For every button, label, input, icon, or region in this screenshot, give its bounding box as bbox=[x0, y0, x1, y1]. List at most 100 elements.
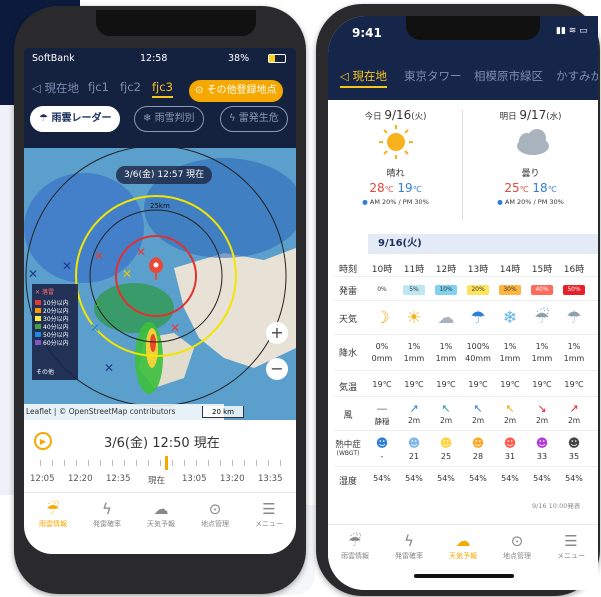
timeline-panel: ▶ 3/6(金) 12:50 現在 12:05 12:20 12:35 現在 1… bbox=[24, 420, 296, 492]
rain-percent: 1% bbox=[407, 342, 421, 351]
humidity-value: 54% bbox=[565, 474, 583, 483]
wind-arrow-icon: ↘ bbox=[537, 402, 547, 415]
legend-title: ✕ 落雷 bbox=[35, 289, 54, 296]
location-pin-icon[interactable] bbox=[149, 256, 163, 280]
wind-arrow-icon: — bbox=[376, 402, 388, 415]
cloud-icon: ☁ bbox=[437, 308, 455, 328]
zoom-out-button[interactable]: − bbox=[266, 358, 288, 380]
notch bbox=[96, 10, 256, 36]
row-label-humidity: 湿度 bbox=[338, 477, 357, 487]
tab-current-location[interactable]: ◁ 現在地 bbox=[32, 80, 79, 96]
wind-arrow-icon: ↖ bbox=[441, 402, 451, 415]
temperature: 19℃ bbox=[404, 380, 424, 389]
legend-row: 60分以内 bbox=[35, 338, 75, 347]
mode-rain-snow[interactable]: ❄ 雨雪判別 bbox=[134, 106, 204, 132]
zoom-in-button[interactable]: + bbox=[266, 322, 288, 344]
nav-menu[interactable]: ☰ メニュー bbox=[242, 499, 296, 529]
rain-percent: 1% bbox=[567, 342, 581, 351]
hour-label: 15時 bbox=[531, 265, 553, 275]
tab-other-locations[interactable]: ⊙ その他登録地点 bbox=[189, 80, 283, 102]
timeline-label: 12:20 bbox=[68, 474, 93, 484]
rain-mm: 1mm bbox=[531, 354, 553, 363]
nav-thunder-probability[interactable]: ϟ 発雷確率 bbox=[80, 499, 134, 529]
tab-fjc3[interactable]: fjc3 bbox=[152, 80, 173, 98]
carrier-label: SoftBank bbox=[32, 53, 75, 64]
timeline-slider-handle[interactable] bbox=[165, 456, 168, 470]
map-timestamp: 3/6(金) 12:57 現在 bbox=[116, 166, 213, 184]
rain-cell bbox=[94, 283, 174, 333]
hour-label: 11時 bbox=[403, 265, 425, 275]
temperature: 19℃ bbox=[532, 380, 552, 389]
nav-rain-info[interactable]: ☔ 雨雲情報 bbox=[328, 531, 382, 561]
wind-arrow-icon: ↗ bbox=[569, 402, 579, 415]
rain-percent: 1% bbox=[535, 342, 549, 351]
wind-speed: 静穏 bbox=[374, 417, 390, 426]
location-pin-icon: ⊙ bbox=[510, 532, 524, 550]
tab-fjc2[interactable]: fjc2 bbox=[120, 80, 141, 94]
wind-speed: 2m bbox=[407, 416, 421, 425]
row-divider bbox=[334, 430, 598, 431]
home-indicator bbox=[414, 574, 514, 578]
thunder-probability-badge: 0% bbox=[371, 285, 393, 295]
timeline-label: 13:05 bbox=[182, 474, 207, 484]
lightning-mark: ✕ bbox=[170, 321, 180, 335]
nav-menu[interactable]: ☰ メニュー bbox=[544, 531, 598, 561]
tab-fjc1[interactable]: fjc1 bbox=[88, 80, 109, 94]
row-divider bbox=[334, 300, 598, 301]
timeline-ticks[interactable] bbox=[40, 460, 284, 468]
row-label-heat-sub: (WBGT) bbox=[336, 450, 360, 457]
thunder-probability-badge: 10% bbox=[435, 285, 457, 295]
wbgt-value: - bbox=[380, 452, 384, 461]
lightning-mark: ✕ bbox=[104, 361, 114, 375]
heat-face-icon: ☻ bbox=[407, 436, 421, 450]
timeline-label: 12:35 bbox=[106, 474, 131, 484]
rain-mm: 1mm bbox=[499, 354, 521, 363]
wind-speed: 2m bbox=[567, 416, 581, 425]
lightning-mark: ✕ bbox=[94, 249, 104, 263]
nav-locations[interactable]: ⊙ 地点管理 bbox=[490, 531, 544, 561]
wbgt-value: 31 bbox=[504, 452, 516, 461]
rain-mm: 1mm bbox=[563, 354, 585, 363]
humidity-value: 54% bbox=[405, 474, 423, 483]
lightning-mark: ✕ bbox=[62, 259, 72, 273]
battery-percent: 38% bbox=[228, 53, 250, 64]
humidity-value: 54% bbox=[437, 474, 455, 483]
timeline-label: 13:20 bbox=[220, 474, 245, 484]
lightning-mark: ✕ bbox=[90, 321, 100, 335]
mode-thunder[interactable]: ϟ 雷発生危 bbox=[220, 106, 288, 132]
radar-map[interactable]: ✕ ✕ ✕ ✕ ✕ ✕ ✕ ✕ ✕ 3/6(金) 12:57 現在 25km ✕… bbox=[24, 148, 296, 420]
location-tabs: ◁ 現在地 fjc1 fjc2 fjc3 ⊙ その他登録地点 bbox=[24, 74, 296, 102]
current-time: 3/6(金) 12:50 現在 bbox=[104, 436, 220, 451]
temperature: 19℃ bbox=[468, 380, 488, 389]
legend-other: その他 bbox=[36, 369, 55, 376]
nav-thunder-probability[interactable]: ϟ 発雷確率 bbox=[382, 531, 436, 561]
nav-forecast[interactable]: ☁ 天気予報 bbox=[134, 499, 188, 529]
wind-arrow-icon: ↗ bbox=[409, 402, 419, 415]
rain-mm: 1mm bbox=[435, 354, 457, 363]
row-divider bbox=[334, 396, 598, 397]
lightning-mark: ✕ bbox=[122, 267, 132, 281]
map-scale: 20 km bbox=[202, 406, 244, 418]
row-label-rain: 降水 bbox=[338, 349, 357, 359]
phone-left-screen: SoftBank 12:58 38% ◁ 現在地 fjc1 fjc2 fjc3 … bbox=[24, 48, 296, 554]
rain-icon: ☂ bbox=[566, 308, 582, 328]
wind-speed: 2m bbox=[535, 416, 549, 425]
mode-rain-radar[interactable]: ☂ 雨雲レーダー bbox=[30, 106, 121, 132]
rain-mm: 40mm bbox=[465, 354, 491, 363]
map-attribution[interactable]: Leaflet | © OpenStreetMap contributors bbox=[24, 404, 224, 420]
heat-face-icon: ☻ bbox=[439, 436, 453, 450]
rain-mm: 0mm bbox=[371, 354, 393, 363]
wbgt-value: 28 bbox=[472, 452, 484, 461]
nav-forecast[interactable]: ☁ 天気予報 bbox=[436, 531, 490, 561]
play-button[interactable]: ▶ bbox=[34, 432, 52, 450]
nav-locations[interactable]: ⊙ 地点管理 bbox=[188, 499, 242, 529]
rain-cell bbox=[150, 334, 156, 352]
rain-percent: 1% bbox=[439, 342, 453, 351]
timeline-label: 12:05 bbox=[30, 474, 55, 484]
heat-face-icon: ☻ bbox=[567, 436, 581, 450]
nav-rain-info[interactable]: ☔ 雨雲情報 bbox=[26, 499, 80, 529]
wbgt-value: 33 bbox=[536, 452, 548, 461]
wind-speed: 2m bbox=[503, 416, 517, 425]
lightning-mark: ✕ bbox=[136, 245, 146, 259]
rain-percent: 1% bbox=[503, 342, 517, 351]
